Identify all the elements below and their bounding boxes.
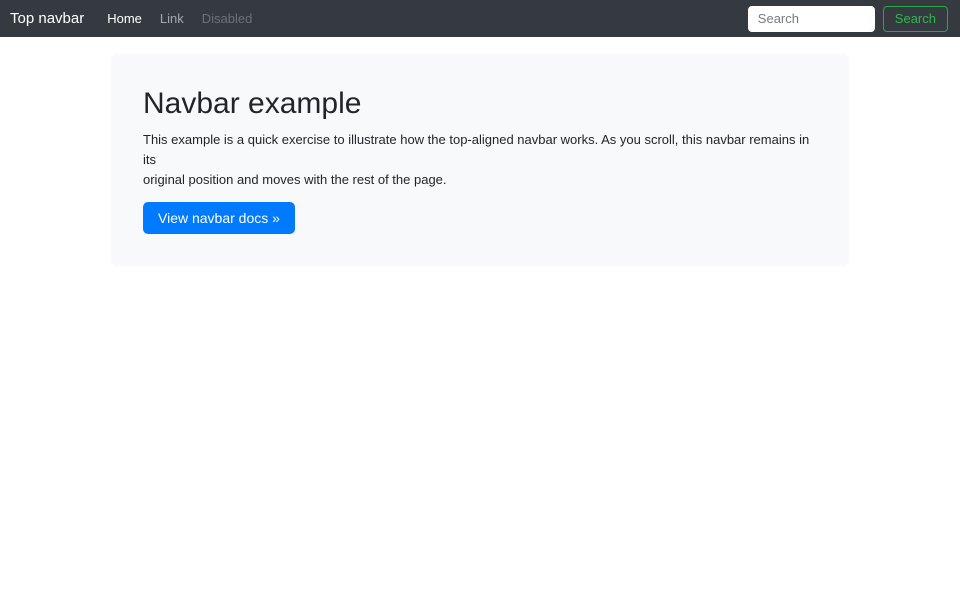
jumbotron-description: This example is a quick exercise to illu…	[143, 132, 810, 187]
view-navbar-docs-button[interactable]: View navbar docs »	[143, 202, 295, 234]
search-input[interactable]	[747, 5, 875, 32]
page-title: Navbar example	[143, 87, 362, 120]
jumbotron: Navbar example This example is a quick e…	[111, 54, 849, 266]
top-navbar: Top navbar Home Link Disabled Search	[0, 0, 960, 37]
search-form: Search	[747, 5, 948, 32]
nav-link-disabled: Disabled	[201, 10, 253, 26]
nav-link-home[interactable]: Home	[98, 11, 151, 26]
main-container: Navbar example This example is a quick e…	[111, 54, 849, 266]
navbar-nav: Home Link Disabled	[98, 10, 261, 28]
nav-link-link[interactable]: Link	[151, 11, 193, 26]
search-button[interactable]: Search	[882, 5, 948, 32]
navbar-brand[interactable]: Top navbar	[10, 10, 84, 27]
